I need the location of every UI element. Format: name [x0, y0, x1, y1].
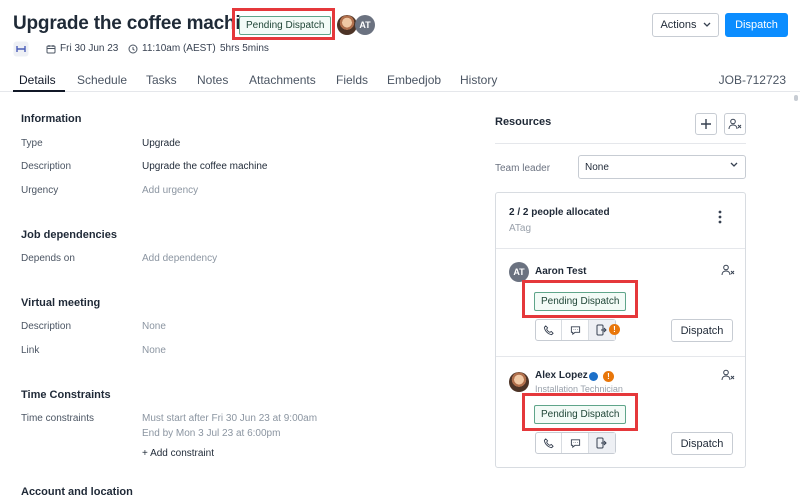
user-remove-icon[interactable] [721, 264, 735, 276]
app-button[interactable] [588, 433, 615, 453]
phone-button[interactable] [536, 320, 563, 340]
add-resource-button[interactable] [695, 113, 717, 135]
phone-button[interactable] [536, 433, 563, 453]
chevron-down-icon [703, 22, 710, 27]
team-leader-select[interactable]: None [578, 155, 746, 179]
clock-icon [128, 44, 138, 53]
mobile-app-icon [596, 324, 608, 336]
tab-bar: Details Schedule Tasks Notes Attachments… [0, 66, 800, 92]
time-constraints-label: Time constraints [21, 413, 94, 424]
tab-details[interactable]: Details [19, 73, 56, 87]
meta-time-text: 11:10am (AEST) [142, 43, 216, 54]
description-value[interactable]: Upgrade the coffee machine [142, 161, 267, 172]
panel-divider [496, 248, 745, 249]
tab-embedjob[interactable]: Embedjob [387, 73, 441, 87]
allocation-summary: 2 / 2 people allocated [509, 207, 610, 218]
mobile-app-icon [596, 437, 608, 449]
panel-divider [496, 356, 745, 357]
type-value[interactable]: Upgrade [142, 138, 180, 149]
actions-label: Actions [660, 19, 697, 31]
account-location-heading: Account and location [21, 486, 133, 496]
team-leader-label: Team leader [495, 163, 551, 174]
message-icon [570, 438, 580, 448]
remove-all-resources-button[interactable] [724, 113, 746, 135]
type-label: Type [21, 138, 43, 149]
add-urgency-link[interactable]: Add urgency [142, 185, 198, 196]
tab-history[interactable]: History [460, 73, 497, 87]
virtual-meeting-heading: Virtual meeting [21, 297, 101, 309]
status-badge: Pending Dispatch [239, 16, 332, 35]
message-icon [570, 325, 580, 335]
add-constraint-link[interactable]: + Add constraint [142, 448, 214, 459]
dependencies-heading: Job dependencies [21, 229, 117, 241]
message-button[interactable] [562, 320, 589, 340]
person-status-badge: Pending Dispatch [534, 405, 627, 424]
tab-tasks[interactable]: Tasks [146, 73, 177, 87]
meta-date-text: Fri 30 Jun 23 [60, 43, 119, 54]
tab-fields[interactable]: Fields [336, 73, 368, 87]
person-status-badge: Pending Dispatch [534, 292, 627, 311]
job-type-icon [13, 41, 29, 57]
add-dependency-link[interactable]: Add dependency [142, 253, 217, 264]
status-dot-icon [589, 372, 598, 381]
meta-duration: 5hrs 5mins [220, 43, 269, 54]
user-remove-icon [728, 118, 742, 130]
scrollbar[interactable] [794, 95, 798, 101]
tab-notes[interactable]: Notes [197, 73, 228, 87]
tab-attachments[interactable]: Attachments [249, 73, 316, 87]
avatar-initials[interactable]: AT [355, 15, 375, 35]
message-button[interactable] [562, 433, 589, 453]
vm-link-label: Link [21, 345, 40, 356]
team-leader-value: None [585, 162, 609, 173]
vm-description-label: Description [21, 321, 72, 332]
person-avatar: AT [509, 262, 529, 282]
description-label: Description [21, 161, 72, 172]
warning-icon: ! [609, 324, 620, 335]
tab-schedule[interactable]: Schedule [77, 73, 127, 87]
vm-description-value[interactable]: None [142, 321, 166, 332]
more-options-icon[interactable] [717, 210, 723, 224]
person-dispatch-button[interactable]: Dispatch [671, 319, 733, 342]
contact-tools [535, 319, 616, 341]
constraint-end: End by Mon 3 Jul 23 at 6:00pm [142, 428, 281, 439]
constraint-start: Must start after Fri 30 Jun 23 at 9:00am [142, 413, 318, 424]
phone-icon [544, 437, 554, 448]
person-dispatch-button[interactable]: Dispatch [671, 432, 733, 455]
person-name[interactable]: Alex Lopez [535, 370, 588, 381]
person-avatar [509, 372, 529, 392]
meta-time: 11:10am (AEST) [128, 43, 216, 54]
person-name[interactable]: Aaron Test [535, 266, 587, 277]
calendar-icon [46, 44, 56, 53]
information-heading: Information [21, 113, 82, 125]
meta-date: Fri 30 Jun 23 [46, 43, 118, 54]
user-remove-icon[interactable] [721, 369, 735, 381]
page-title: Upgrade the coffee machine [13, 13, 263, 34]
active-tab-indicator [13, 90, 65, 92]
phone-icon [544, 324, 554, 335]
time-constraints-heading: Time Constraints [21, 389, 111, 401]
chevron-down-icon [730, 162, 738, 167]
contact-tools [535, 432, 616, 454]
resources-title: Resources [495, 116, 552, 128]
depends-label: Depends on [21, 253, 75, 264]
dispatch-button[interactable]: Dispatch [725, 13, 788, 37]
allocation-tag: ATag [509, 223, 532, 234]
job-id: JOB-712723 [718, 73, 786, 87]
vm-link-value[interactable]: None [142, 345, 166, 356]
avatar[interactable] [337, 15, 357, 35]
warning-icon: ! [603, 371, 614, 382]
actions-button[interactable]: Actions [652, 13, 719, 37]
resources-divider [495, 143, 746, 144]
urgency-label: Urgency [21, 185, 59, 196]
plus-icon [701, 119, 711, 129]
